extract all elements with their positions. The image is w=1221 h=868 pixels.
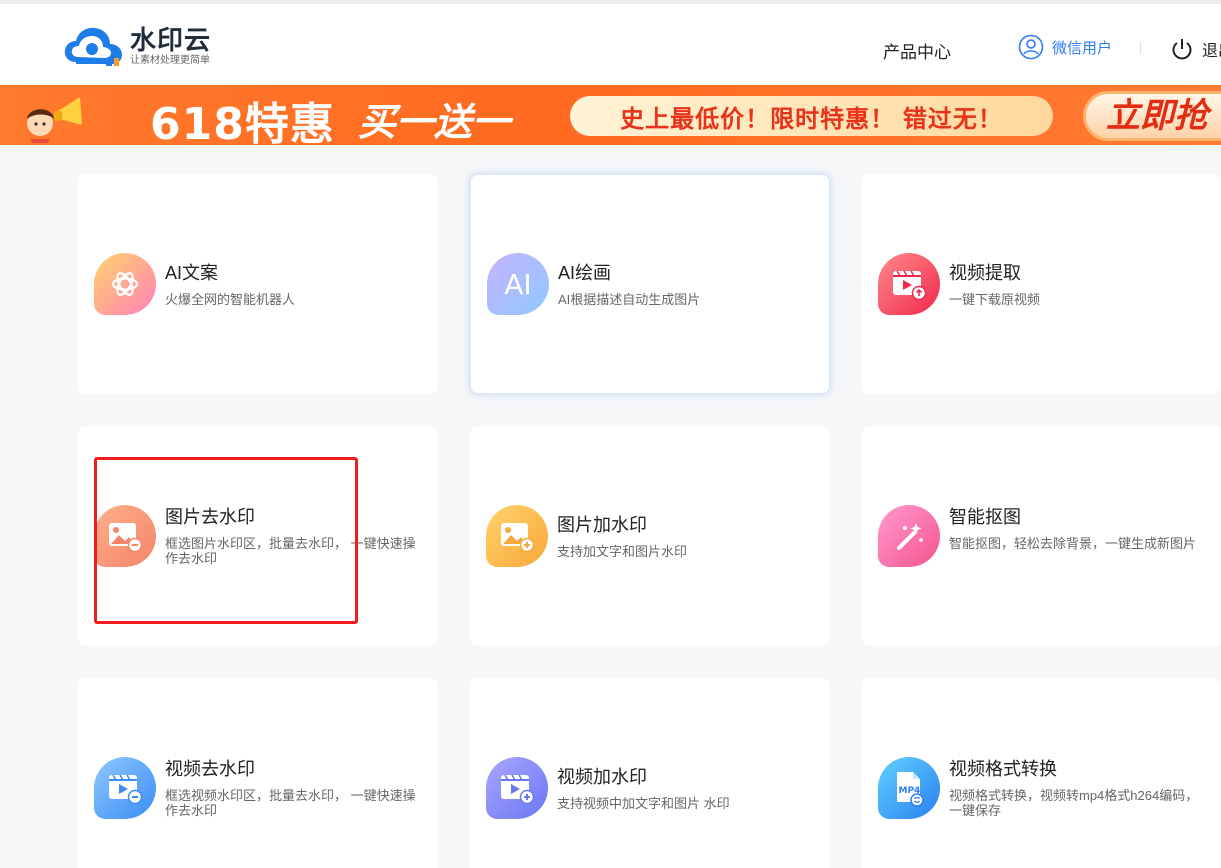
card-title: 智能抠图: [949, 507, 1021, 527]
card-description: 视频格式转换，视频转mp4格式h264编码，一键保存: [949, 788, 1199, 818]
card-description: 框选视频水印区，批量去水印， 一键快速操作去水印: [165, 788, 416, 818]
card-title: 图片加水印: [557, 515, 647, 535]
card-title: 视频提取: [949, 263, 1021, 283]
card-description: 支持加文字和图片水印: [557, 544, 688, 559]
tool-card-image-add-watermark[interactable]: 图片加水印 支持加文字和图片水印: [470, 426, 830, 646]
logout-label: 退出: [1202, 43, 1221, 60]
top-header: 水印云 让素材处理更简单 产品中心 微信用户 退出: [0, 0, 1221, 85]
mp4-file-icon: MP4: [878, 757, 940, 819]
openai-icon: [94, 253, 156, 315]
card-title: 视频格式转换: [949, 759, 1057, 779]
nav-divider: [1140, 42, 1141, 54]
tool-card-video-add-watermark[interactable]: 视频加水印 支持视频中加文字和图片 水印: [470, 678, 830, 868]
tool-card-video-extract[interactable]: 视频提取 一键下载原视频: [862, 174, 1221, 394]
card-description: 一键下载原视频: [949, 292, 1041, 307]
nav-product-center[interactable]: 产品中心: [883, 38, 951, 63]
user-menu[interactable]: 微信用户: [1018, 34, 1112, 60]
promo-banner[interactable]: 618特惠 买一送一 史上最低价！限时特惠！ 错过无！ 立即抢: [0, 85, 1221, 145]
tool-card-video-format-convert[interactable]: MP4 视频格式转换 视频格式转换，视频转mp4格式h264编码，一键保存: [862, 678, 1221, 868]
video-remove-icon: [94, 757, 156, 819]
logo-title: 水印云: [130, 24, 212, 55]
logout-button[interactable]: 退出: [1170, 37, 1221, 61]
tool-card-smart-cutout[interactable]: 智能抠图 智能抠图，轻松去除背景，一键生成新图片: [862, 426, 1221, 646]
magic-wand-icon: [878, 505, 940, 567]
video-download-icon: [878, 253, 940, 315]
power-icon: [1172, 39, 1192, 60]
ai-text-icon: AI: [487, 253, 549, 315]
banner-tagline: 史上最低价！限时特惠！ 错过无！: [570, 96, 1053, 136]
highlight-annotation-box: [94, 457, 358, 624]
logo-subtitle: 让素材处理更简单: [130, 54, 210, 66]
user-icon: [1018, 34, 1044, 60]
video-add-icon: [486, 757, 548, 819]
card-description: AI根据描述自动生成图片: [558, 292, 701, 307]
cloud-logo-icon: [64, 27, 122, 66]
card-description: 智能抠图，轻松去除背景，一键生成新图片: [949, 536, 1197, 551]
tool-card-ai-copywriting[interactable]: AI文案 火爆全网的智能机器人: [78, 174, 438, 394]
banner-bogo: 买一送一: [358, 102, 511, 144]
card-title: AI文案: [165, 263, 219, 283]
megaphone-mascot-icon: [27, 97, 82, 143]
card-title: 视频加水印: [557, 767, 647, 787]
tool-card-ai-painting[interactable]: AI AI绘画 AI根据描述自动生成图片: [470, 174, 830, 394]
card-description: 火爆全网的智能机器人: [165, 292, 296, 307]
image-add-icon: [486, 505, 548, 567]
tool-card-video-remove-watermark[interactable]: 视频去水印 框选视频水印区，批量去水印， 一键快速操作去水印: [78, 678, 438, 868]
card-description: 支持视频中加文字和图片 水印: [557, 796, 730, 811]
logo[interactable]: 水印云 让素材处理更简单: [62, 22, 211, 70]
user-name: 微信用户: [1052, 39, 1113, 57]
grab-now-button[interactable]: 立即抢: [1083, 91, 1221, 141]
card-title: 视频去水印: [165, 759, 255, 779]
card-title: AI绘画: [558, 263, 612, 283]
banner-headline: 618特惠: [150, 99, 335, 145]
